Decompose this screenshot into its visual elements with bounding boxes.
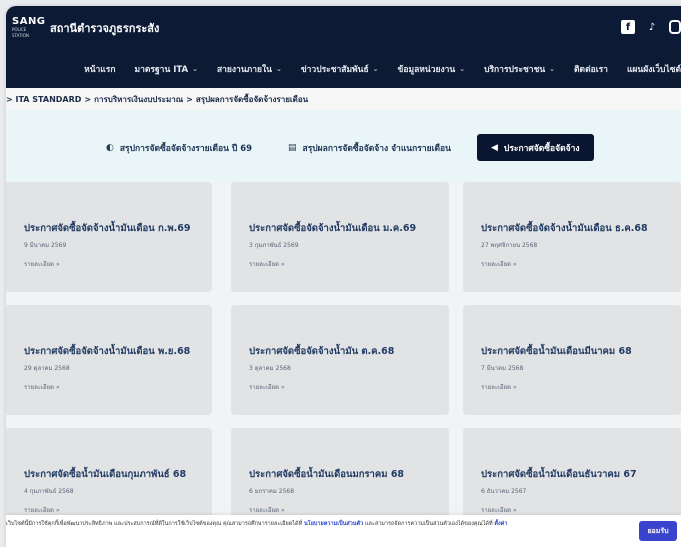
nav-item-0[interactable]: หน้าแรก — [84, 62, 115, 76]
card-date: 6 ธันวาคม 2567 — [481, 488, 527, 495]
tab-label: สรุปการจัดซื้อจัดจ้างรายเดือน ปี 69 — [119, 143, 253, 154]
announcement-card[interactable]: ประกาศจัดซื้อจัดจ้างน้ำมัน ต.ค.68 3 ตุลาค… — [231, 305, 449, 415]
card-date: 3 ตุลาคม 2568 — [249, 365, 291, 372]
card-more-link[interactable]: รายละเอียด » — [249, 382, 285, 392]
card-date: 29 ตุลาคม 2568 — [24, 365, 70, 372]
card-date: 4 กุมภาพันธ์ 2568 — [24, 488, 74, 495]
card-title: ประกาศจัดซื้อจัดจ้างน้ำมันเดือน ก.พ.69 — [24, 223, 191, 234]
logo-main-text: SANG — [12, 16, 46, 27]
tab-procurement-announcement[interactable]: ◀ ประกาศจัดซื้อจัดจ้าง — [477, 134, 594, 161]
announcement-grid: ประกาศจัดซื้อจัดจ้างน้ำมันเดือน ก.พ.69 9 … — [6, 182, 681, 547]
announcement-card[interactable]: ประกาศจัดซื้อจัดจ้างน้ำมันเดือน ม.ค.69 3 … — [231, 182, 449, 292]
chevron-down-icon: ⌄ — [192, 65, 198, 73]
card-date: 27 พฤศจิกายน 2568 — [481, 242, 538, 249]
site-header: SANG POLICE STATION สถานีตำรวจภูธรกระสัง… — [6, 6, 681, 50]
card-title: ประกาศจัดซื้อจัดจ้างน้ำมันเดือน พ.ย.68 — [24, 346, 191, 357]
card-more-link[interactable]: รายละเอียด » — [24, 259, 60, 269]
card-more-link[interactable]: รายละเอียด » — [24, 505, 60, 515]
facebook-icon[interactable]: f — [621, 20, 635, 34]
card-more-link[interactable]: รายละเอียด » — [481, 259, 517, 269]
nav-item-label: หน้าแรก — [84, 65, 116, 75]
cookie-text-middle: และสามารถจัดการความเป็นส่วนตัวเองได้ของค… — [364, 521, 493, 527]
cookie-text-before: เว็บไซต์นี้มีการใช้คุกกี้เพื่อพัฒนาประสิ… — [6, 521, 303, 527]
breadcrumb-separator: > — [186, 94, 193, 104]
nav-item-2[interactable]: สายงานภายใน ⌄ — [217, 62, 282, 76]
card-title: ประกาศจัดซื้อน้ำมันเดือนมีนาคม 68 — [481, 346, 632, 357]
nav-item-label: ติดต่อเรา — [574, 65, 608, 75]
card-more-link[interactable]: รายละเอียด » — [249, 259, 285, 269]
nav-item-7[interactable]: แผนผังเว็บไซต์ — [627, 62, 681, 76]
card-date: 3 กุมภาพันธ์ 2569 — [249, 242, 299, 249]
nav-item-label: บริการประชาชน — [484, 65, 546, 75]
nav-item-6[interactable]: ติดต่อเรา — [574, 62, 608, 76]
nav-item-1[interactable]: มาตรฐาน ITA ⌄ — [135, 62, 198, 76]
announcement-card[interactable]: ประกาศจัดซื้อจัดจ้างน้ำมันเดือน พ.ย.68 29… — [6, 305, 212, 415]
cookie-banner: เว็บไซต์นี้มีการใช้คุกกี้เพื่อพัฒนาประสิ… — [6, 515, 681, 547]
card-title: ประกาศจัดซื้อจัดจ้างน้ำมัน ต.ค.68 — [249, 346, 395, 357]
chevron-down-icon: ⌄ — [549, 65, 556, 73]
card-more-link[interactable]: รายละเอียด » — [481, 382, 517, 392]
tab-label: สรุปผลการจัดซื้อจัดจ้าง จำแนกรายเดือน — [302, 143, 451, 154]
megaphone-icon: ◀ — [491, 142, 498, 153]
card-title: ประกาศจัดซื้อน้ำมันเดือนมกราคม 68 — [249, 469, 405, 480]
card-date: 9 มีนาคม 2569 — [24, 242, 67, 249]
chevron-down-icon: ⌄ — [372, 65, 379, 73]
breadcrumb-item-current: สรุปผลการจัดซื้อจัดจ้างรายเดือน — [195, 94, 309, 104]
card-title: ประกาศจัดซื้อน้ำมันเดือนกุมภาพันธ์ 68 — [24, 469, 187, 480]
card-title: ประกาศจัดซื้อจัดจ้างน้ำมันเดือน ธ.ค.68 — [481, 223, 648, 234]
accept-cookies-button[interactable]: ยอมรับ — [639, 521, 677, 541]
nav-item-label: มาตรฐาน ITA — [134, 65, 189, 75]
privacy-policy-link[interactable]: นโยบายความเป็นส่วนตัว — [304, 521, 363, 527]
nav-item-4[interactable]: ข้อมูลหน่วยงาน ⌄ — [398, 62, 466, 76]
instagram-icon[interactable] — [669, 20, 681, 34]
nav-item-label: แผนผังเว็บไซต์ — [626, 65, 681, 75]
site-logo[interactable]: SANG POLICE STATION — [12, 15, 46, 41]
social-links: f ♪ — [621, 20, 681, 34]
pie-chart-icon: ◐ — [106, 142, 114, 153]
card-more-link[interactable]: รายละเอียด » — [249, 505, 285, 515]
card-date: 7 มีนาคม 2568 — [481, 365, 524, 372]
nav-item-label: ข่าวประชาสัมพันธ์ — [300, 65, 369, 75]
chevron-down-icon: ⌄ — [459, 65, 466, 73]
station-name[interactable]: สถานีตำรวจภูธรกระสัง — [50, 19, 159, 37]
nav-item-label: สายงานภายใน — [216, 65, 272, 75]
tab-monthly-results[interactable]: ▤ สรุปผลการจัดซื้อจัดจ้าง จำแนกรายเดือน — [280, 134, 459, 161]
browser-viewport: SANG POLICE STATION สถานีตำรวจภูธรกระสัง… — [6, 6, 681, 547]
tab-summary-69[interactable]: ◐ สรุปการจัดซื้อจัดจ้างรายเดือน ปี 69 — [98, 134, 260, 161]
tab-label: ประกาศจัดซื้อจัดจ้าง — [503, 143, 580, 154]
card-date: 6 มกราคม 2568 — [249, 488, 295, 495]
logo-sub-text: POLICE STATION — [12, 27, 29, 38]
cookie-settings-link[interactable]: ตั้งค่า — [494, 521, 507, 527]
card-title: ประกาศจัดซื้อน้ำมันเดือนธันวาคม 67 — [481, 469, 637, 480]
card-more-link[interactable]: รายละเอียด » — [24, 382, 60, 392]
chevron-down-icon: ⌄ — [275, 65, 282, 73]
calendar-icon: ▤ — [288, 142, 297, 153]
main-navigation: หน้าแรก มาตรฐาน ITA ⌄ สายงานภายใน ⌄ ข่าวประชา… — [6, 50, 681, 88]
card-more-link[interactable]: รายละเอียด » — [481, 505, 517, 515]
nav-item-label: ข้อมูลหน่วยงาน — [397, 65, 456, 75]
announcement-card[interactable]: ประกาศจัดซื้อจัดจ้างน้ำมันเดือน ก.พ.69 9 … — [6, 182, 212, 292]
nav-item-5[interactable]: บริการประชาชน ⌄ — [484, 62, 555, 76]
breadcrumb-separator: > — [84, 94, 92, 104]
card-title: ประกาศจัดซื้อจัดจ้างน้ำมันเดือน ม.ค.69 — [249, 223, 417, 234]
nav-item-3[interactable]: ข่าวประชาสัมพันธ์ ⌄ — [301, 62, 379, 76]
breadcrumb: > ITA STANDARD > การบริหารเงินงบประมาณ >… — [6, 88, 681, 110]
tiktok-icon[interactable]: ♪ — [645, 20, 659, 34]
breadcrumb-item-budget[interactable]: การบริหารเงินงบประมาณ — [94, 93, 183, 106]
announcement-card[interactable]: ประกาศจัดซื้อจัดจ้างน้ำมันเดือน ธ.ค.68 27… — [463, 182, 681, 292]
announcement-card[interactable]: ประกาศจัดซื้อน้ำมันเดือนมีนาคม 68 7 มีนาค… — [463, 305, 681, 415]
tab-band: ◐ สรุปการจัดซื้อจัดจ้างรายเดือน ปี 69 ▤ … — [6, 110, 681, 182]
breadcrumb-item-ita[interactable]: > ITA STANDARD — [6, 95, 81, 104]
cookie-text: เว็บไซต์นี้มีการใช้คุกกี้เพื่อพัฒนาประสิ… — [6, 520, 606, 529]
